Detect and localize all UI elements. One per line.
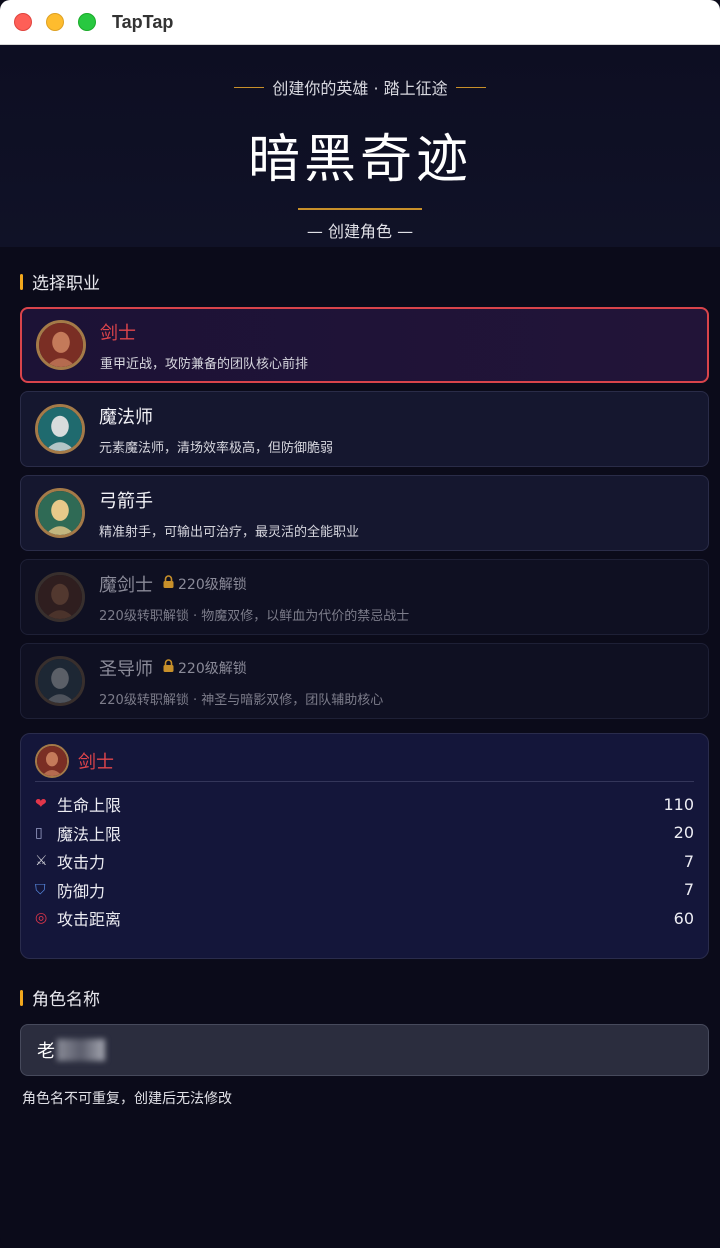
class-avatar <box>36 320 86 370</box>
class-section-title: 选择职业 <box>32 274 100 294</box>
stat-value: 20 <box>673 823 694 843</box>
lock-icon <box>163 575 174 592</box>
class-text: 剑士重甲近战，攻防兼备的团队核心前排 <box>100 319 308 372</box>
character-name-value: 老 <box>37 1041 55 1062</box>
lock-badge: 220级解锁 <box>163 658 247 678</box>
stat-label: 攻击距离 <box>57 910 122 930</box>
class-card[interactable]: 剑士重甲近战，攻防兼备的团队核心前排 <box>20 307 709 383</box>
heart-icon: ❤ <box>35 796 47 813</box>
stat-list: ❤ 生命上限 110 ▯ 魔法上限 20 ⚔ 攻击力 7 ⛉ 防御力 7 ◎ 攻击距离 60 <box>35 790 694 933</box>
name-hint: 角色名不可重复，创建后无法修改 <box>22 1091 232 1107</box>
class-text: 圣导师 220级解锁 220级转职解锁 · 神圣与暗影双修，团队辅助核心 <box>99 655 383 708</box>
class-name: 魔法师 <box>99 406 153 428</box>
class-card[interactable]: 魔剑士 220级解锁 220级转职解锁 · 物魔双修，以鲜血为代价的禁忌战士 <box>20 559 709 635</box>
minimize-window-button[interactable] <box>46 13 64 31</box>
stats-header: 剑士 <box>35 743 694 782</box>
stats-panel: 剑士 ❤ 生命上限 110 ▯ 魔法上限 20 ⚔ 攻击力 7 ⛉ 防御力 7 ◎ 攻击距离 60 <box>20 733 709 959</box>
class-name-row: 魔剑士 220级解锁 <box>99 571 409 597</box>
lock-badge: 220级解锁 <box>163 574 247 594</box>
stat-label: 攻击力 <box>57 853 106 873</box>
page-header: 创建你的英雄 · 踏上征途 暗黑奇迹 — 创建角色 — <box>0 45 720 247</box>
title-divider <box>298 208 422 210</box>
class-text: 魔法师元素魔法师，清场效率极高，但防御脆弱 <box>99 403 333 456</box>
target-icon: ◎ <box>35 910 48 927</box>
stat-label: 生命上限 <box>57 796 122 816</box>
stat-row: ▯ 魔法上限 20 <box>35 819 694 848</box>
class-avatar <box>35 404 85 454</box>
class-avatar <box>35 488 85 538</box>
page-subtitle: — 创建角色 — <box>306 222 414 241</box>
name-section-title: 角色名称 <box>32 990 100 1010</box>
class-name-row: 弓箭手 <box>99 487 359 513</box>
class-card[interactable]: 魔法师元素魔法师，清场效率极高，但防御脆弱 <box>20 391 709 467</box>
class-card[interactable]: 圣导师 220级解锁 220级转职解锁 · 神圣与暗影双修，团队辅助核心 <box>20 643 709 719</box>
stat-row: ❤ 生命上限 110 <box>35 790 694 819</box>
class-list: 剑士重甲近战，攻防兼备的团队核心前排魔法师元素魔法师，清场效率极高，但防御脆弱弓… <box>20 307 709 719</box>
stat-value: 7 <box>683 880 694 900</box>
class-name: 魔剑士 <box>99 574 153 596</box>
app-window: TapTap ••• 创建你的英雄 · 踏上征途 暗黑奇迹 — 创建角色 — 选… <box>0 0 720 1248</box>
lock-text: 220级解锁 <box>178 660 247 677</box>
selected-class-avatar <box>35 743 69 778</box>
character-name-input[interactable]: 老 <box>20 1024 709 1076</box>
class-name-row: 剑士 <box>100 319 308 345</box>
class-description: 220级转职解锁 · 物魔双修，以鲜血为代价的禁忌战士 <box>99 608 410 624</box>
class-description: 精准射手，可输出可治疗，最灵活的全能职业 <box>99 524 360 540</box>
class-name-row: 圣导师 220级解锁 <box>99 655 383 681</box>
game-title: 暗黑奇迹 <box>247 130 472 190</box>
stat-value: 110 <box>663 794 694 814</box>
class-name-row: 魔法师 <box>99 403 333 429</box>
class-text: 魔剑士 220级解锁 220级转职解锁 · 物魔双修，以鲜血为代价的禁忌战士 <box>99 571 409 624</box>
class-avatar <box>35 656 85 706</box>
lock-icon <box>163 659 174 676</box>
class-text: 弓箭手精准射手，可输出可治疗，最灵活的全能职业 <box>99 487 359 540</box>
stat-label: 防御力 <box>57 881 106 901</box>
selected-class-name: 剑士 <box>78 751 114 773</box>
class-name: 弓箭手 <box>99 490 153 512</box>
tagline-text: 创建你的英雄 · 踏上征途 <box>272 79 448 98</box>
stat-row: ◎ 攻击距离 60 <box>35 904 694 933</box>
class-description: 元素魔法师，清场效率极高，但防御脆弱 <box>99 440 334 456</box>
class-avatar <box>35 572 85 622</box>
stat-value: 60 <box>673 908 694 928</box>
tagline: 创建你的英雄 · 踏上征途 <box>0 45 720 99</box>
stat-label: 魔法上限 <box>57 824 122 844</box>
stat-row: ⚔ 攻击力 7 <box>35 847 694 876</box>
class-section-heading: 选择职业 <box>20 269 700 294</box>
section-accent-bar <box>20 273 23 290</box>
stat-row: ⛉ 防御力 7 <box>35 876 694 905</box>
class-card[interactable]: 弓箭手精准射手，可输出可治疗，最灵活的全能职业 <box>20 475 709 551</box>
class-description: 重甲近战，攻防兼备的团队核心前排 <box>100 356 309 372</box>
name-section-heading: 角色名称 <box>20 985 700 1010</box>
section-accent-bar <box>20 989 23 1006</box>
lock-text: 220级解锁 <box>178 576 247 593</box>
window-title: TapTap <box>112 11 174 32</box>
tagline-right-line <box>455 86 486 88</box>
stat-value: 7 <box>683 851 694 871</box>
zoom-window-button[interactable] <box>78 13 96 31</box>
class-name: 圣导师 <box>99 658 153 680</box>
crossed-swords-icon: ⚔ <box>35 853 48 870</box>
class-name: 剑士 <box>100 322 136 344</box>
mana-icon: ▯ <box>35 824 43 841</box>
shield-icon: ⛉ <box>35 881 46 898</box>
redacted-name-blur <box>57 1039 105 1061</box>
tagline-left-line <box>234 86 265 88</box>
close-window-button[interactable] <box>14 13 32 31</box>
title-bar: TapTap <box>0 0 720 45</box>
class-description: 220级转职解锁 · 神圣与暗影双修，团队辅助核心 <box>99 692 384 708</box>
